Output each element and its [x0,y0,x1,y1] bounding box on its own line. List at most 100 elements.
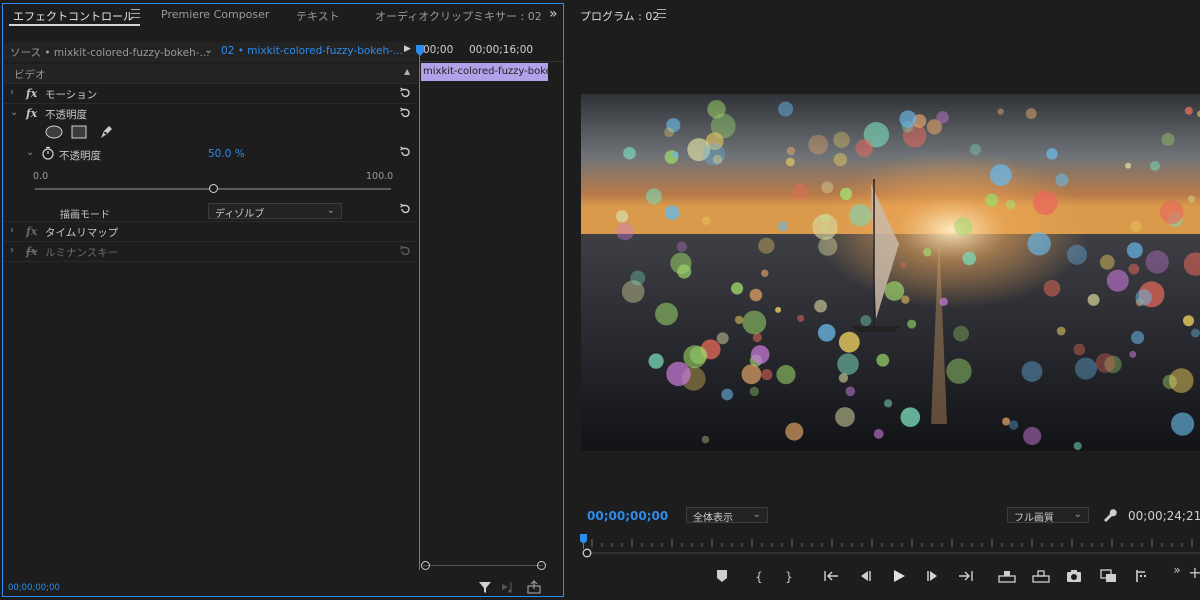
bokeh-circle [845,386,856,397]
stopwatch-icon[interactable] [41,146,55,160]
chevron-right-icon[interactable]: › [10,87,14,98]
collapse-up-icon[interactable]: ▲ [404,67,410,76]
chevron-right-icon[interactable]: › [10,225,14,236]
chevron-down-icon[interactable]: ⌄ [10,107,18,118]
bokeh-circle [833,131,850,148]
filter-icon[interactable] [478,580,492,594]
settings-wrench-icon[interactable] [1101,507,1117,523]
bokeh-circle [1025,108,1037,120]
rectangle-mask-icon[interactable] [71,125,87,139]
bokeh-circle [1171,412,1195,436]
effect-timeline[interactable]: 00;00 00;00;16;00 [419,42,563,577]
bokeh-circle [900,261,907,268]
lift-icon[interactable] [997,568,1017,584]
pen-mask-icon[interactable] [98,124,114,140]
bokeh-circle [901,295,910,304]
clip-bar[interactable]: mixkit-colored-fuzzy-boke [421,63,548,81]
tab-premiere-composer[interactable]: Premiere Composer [161,8,269,21]
zoom-handle-left[interactable] [421,561,430,570]
play-only-clip-icon[interactable]: ▶ [404,44,411,54]
source-tab[interactable]: ソース • mixkit-colored-fuzzy-bokeh-... [10,45,210,60]
reset-icon[interactable] [399,146,411,158]
zoom-dropdown[interactable]: 全体表示 ⌄ [686,507,768,524]
fx-icon[interactable]: fx [26,87,37,100]
blend-mode-label: 描画モード [60,210,110,221]
bokeh-circle [899,110,917,128]
bokeh-circle [838,331,860,353]
bokeh-circle [985,193,999,207]
tab-text[interactable]: テキスト [296,8,340,24]
fx-icon[interactable]: fx [26,225,37,238]
quality-dropdown[interactable]: フル画質 ⌄ [1007,507,1089,524]
bokeh-circle [1129,350,1137,358]
chevron-down-icon[interactable]: ⌄ [26,147,34,158]
current-timecode[interactable]: 00;00;00;00 [587,509,668,523]
blend-mode-dropdown[interactable]: ディゾルブ ⌄ [208,203,342,220]
export-frame-icon[interactable] [1065,568,1083,584]
step-forward-icon[interactable] [925,569,941,583]
tab-effect-controls[interactable]: エフェクトコントロール [13,8,134,24]
go-to-in-icon[interactable] [823,569,841,583]
audio-loop-icon[interactable] [501,580,517,594]
bokeh-circle [749,288,763,302]
effect-luma-key-label: ルミナンスキー [45,247,119,259]
sequence-tab[interactable]: 02 • mixkit-colored-fuzzy-bokeh-... [221,45,403,57]
bokeh-circle [777,221,789,232]
bokeh-circle [833,153,847,167]
tabs-overflow-icon[interactable]: » [549,6,558,22]
add-marker-icon[interactable] [716,569,728,583]
chevron-right-icon[interactable]: › [10,245,14,256]
panel-menu-icon[interactable] [657,9,666,18]
bokeh-circle [923,248,932,257]
bokeh-circle [750,345,770,364]
bokeh-circle [1074,357,1097,380]
effect-motion-row[interactable]: › fx モーション [4,84,418,104]
program-time-ruler[interactable] [580,533,1200,559]
ellipse-mask-icon[interactable] [44,125,64,139]
bokeh-circle [1033,190,1058,215]
effect-time-remap-row[interactable]: › fx タイムリマップ [4,222,418,242]
timeline-zoom-track[interactable] [423,565,543,566]
opacity-value[interactable]: 50.0 % [208,148,245,160]
bokeh-circle [1183,315,1194,327]
trim-icon[interactable] [1133,568,1149,584]
timeline-ruler[interactable]: 00;00 00;00;16;00 [419,42,563,62]
mark-in-icon[interactable]: { [750,568,768,586]
extract-icon[interactable] [1031,568,1051,584]
reset-icon[interactable] [399,107,411,119]
play-icon[interactable] [891,568,907,584]
program-video-frame[interactable] [581,94,1200,451]
playhead-marker-icon[interactable] [416,45,424,57]
bokeh-circle [1087,293,1100,306]
bokeh-circle [873,429,884,439]
program-monitor-title[interactable]: プログラム : 02 [580,8,659,24]
fx-disabled-icon[interactable]: fx [26,245,37,258]
bokeh-circle [623,146,636,160]
opacity-slider-thumb[interactable] [208,184,218,193]
bokeh-circle [1145,250,1169,274]
blend-mode-value: ディゾルブ [215,209,265,220]
bokeh-circle [1073,343,1086,356]
comparison-view-icon[interactable] [1099,568,1119,584]
footer-timecode[interactable]: 00;00;00;00 [8,583,60,593]
panel-menu-icon[interactable] [131,9,140,18]
zoom-handle-right[interactable] [537,561,546,570]
effect-opacity-group: ⌄ fx 不透明度 ⌄ 不透明度 50.0 % 0.0 100.0 描画モード … [4,104,418,222]
chevron-down-icon[interactable]: ⌄ [204,44,213,56]
reset-icon[interactable] [399,245,411,257]
fx-icon[interactable]: fx [26,107,37,120]
bokeh-circle [672,151,679,158]
go-to-out-icon[interactable] [956,569,974,583]
playhead-line[interactable] [419,46,420,570]
effect-luma-key-row[interactable]: › fx ルミナンスキー [4,242,418,262]
bokeh-circle [1130,220,1142,232]
mark-out-icon[interactable]: } [780,568,798,586]
more-controls-icon[interactable]: » [1168,561,1186,579]
effect-motion-label: モーション [45,89,98,101]
step-back-icon[interactable] [857,569,873,583]
add-button-icon[interactable]: + [1186,564,1200,582]
export-icon[interactable] [527,580,543,594]
reset-icon[interactable] [399,203,411,215]
tab-audio-clip-mixer[interactable]: オーディオクリップミキサー : 02 [375,8,542,24]
reset-icon[interactable] [399,87,411,99]
